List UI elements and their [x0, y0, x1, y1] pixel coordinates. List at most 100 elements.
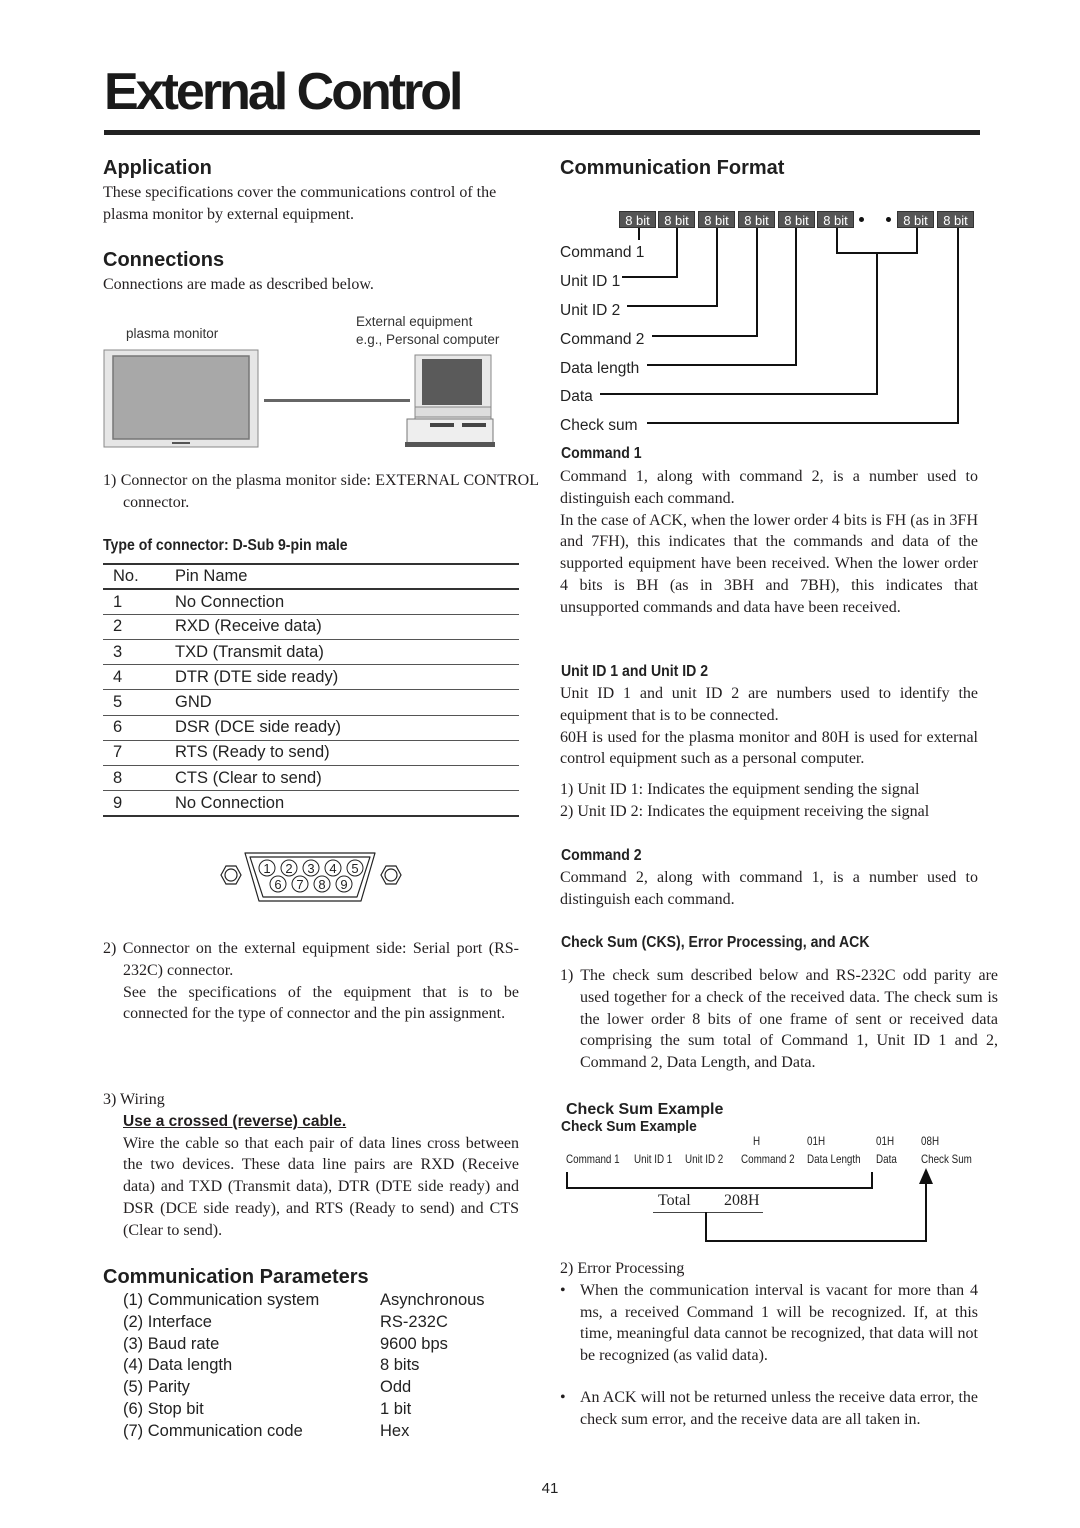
cks-label-unit-id1: Unit ID 1	[634, 1152, 673, 1166]
connector-pin-number: 5	[351, 861, 358, 876]
pin-number: No.	[103, 562, 175, 591]
application-text: These specifications cover the communica…	[103, 184, 497, 223]
parameter-value: Hex	[380, 1421, 410, 1440]
connector-line-uid2-h	[627, 305, 718, 307]
checksum-heading: Check Sum (CKS), Error Processing, and A…	[561, 934, 870, 951]
pin-number: 4	[103, 664, 175, 691]
parameter-label: (5) Parity	[123, 1378, 190, 1397]
connector-line-data-h	[600, 393, 878, 395]
bit-box: 8 bit	[778, 211, 815, 228]
error-bullet-1: • When the communication interval is vac…	[560, 1280, 978, 1367]
error-bullet-1-text: When the communication interval is vacan…	[580, 1281, 978, 1365]
pin-number: 3	[103, 639, 175, 666]
pin-table-row: 3 TXD (Transmit data)	[103, 639, 519, 666]
parameter-row: (4) Data length 8 bits	[123, 1355, 485, 1377]
personal-computer-icon	[405, 354, 495, 447]
wiring-title: 3) Wiring	[103, 1091, 165, 1108]
connector-line-cmd2-h	[652, 335, 758, 337]
unit-id-heading: Unit ID 1 and Unit ID 2	[561, 663, 709, 680]
parameter-label: (2) Interface	[123, 1312, 212, 1331]
parameter-row: (1) Communication system Asynchronous	[123, 1290, 485, 1312]
command1-p2: In the case of ACK, when the lower order…	[560, 511, 978, 616]
cks-bracket-bottom	[566, 1187, 873, 1189]
cks-value-data: 01H	[876, 1134, 895, 1148]
command1-heading: Command 1	[561, 445, 642, 462]
pin-number: 1	[103, 589, 175, 615]
pin-table-row: 1 No Connection	[103, 589, 519, 615]
wiring-emphasis-wrap: Use a crossed (reverse) cable.	[103, 1111, 519, 1133]
pin-number: 5	[103, 689, 175, 716]
connector-pin-number: 2	[285, 861, 292, 876]
hex-nut-left-icon	[220, 865, 242, 885]
pin-table-header: No. Pin Name	[103, 562, 519, 591]
cks-label-unit-id2: Unit ID 2	[685, 1152, 724, 1166]
cks-label-command2: Command 2	[741, 1152, 795, 1166]
connector-pin-number: 7	[296, 877, 303, 892]
external-equipment-label: External equipment e.g., Personal comput…	[356, 313, 499, 349]
command1-text: Command 1, along with command 2, is a nu…	[560, 466, 978, 619]
format-field-label: Command 1	[560, 244, 645, 261]
connector-pin-number: 8	[318, 877, 325, 892]
format-field-label: Data length	[560, 360, 640, 377]
connector-line-uid2-v	[716, 228, 718, 306]
connector-pin-number: 6	[274, 877, 281, 892]
connections-item-2-line1: 2) Connector on the external equipment s…	[103, 940, 519, 979]
pin-table-row: 5 GND	[103, 689, 519, 716]
plasma-monitor-icon	[103, 349, 259, 448]
connector-pin-number: 9	[340, 877, 347, 892]
connector-line-cmd2-v	[756, 228, 758, 336]
pin-table-row: 4 DTR (DTE side ready)	[103, 664, 519, 691]
checksum-item1: 1) The check sum described below and RS-…	[560, 967, 998, 1072]
cks-label-check-sum: Check Sum	[921, 1152, 972, 1166]
pin-name: No Connection	[175, 589, 519, 615]
unit-id-p1: Unit ID 1 and unit ID 2 are numbers used…	[560, 685, 978, 724]
ellipsis-dot-1	[859, 217, 864, 222]
bullet-icon: •	[560, 1388, 566, 1406]
unit-id-text: Unit ID 1 and unit ID 2 are numbers used…	[560, 683, 978, 823]
connector-line-uid1-v	[676, 228, 678, 277]
parameter-value: Odd	[380, 1378, 412, 1397]
parameter-value: RS-232C	[380, 1312, 448, 1331]
pin-name: RXD (Receive data)	[175, 614, 519, 641]
parameter-label: (1) Communication system	[123, 1291, 320, 1309]
pin-name: DSR (DCE side ready)	[175, 715, 519, 741]
pin-number: 6	[103, 715, 175, 741]
pin-name: GND	[175, 689, 519, 716]
application-heading: Application	[103, 157, 212, 179]
bit-box: 8 bit	[658, 211, 695, 228]
cks-arrow-line-v1	[705, 1212, 707, 1241]
page-number: 41	[541, 1480, 559, 1497]
parameter-value: Asynchronous	[380, 1291, 485, 1309]
pin-table-row: 2 RXD (Receive data)	[103, 614, 519, 641]
unit-id-item1: 1) Unit ID 1: Indicates the equipment se…	[560, 781, 920, 799]
cks-value-data-length: 01H	[807, 1134, 826, 1148]
parameter-label: (6) Stop bit	[123, 1399, 204, 1418]
connections-intro: Connections are made as described below.	[103, 276, 374, 293]
command2-text: Command 2, along with command 1, is a nu…	[560, 869, 978, 908]
parameter-value: 1 bit	[380, 1399, 412, 1418]
dsub-connector-diagram: 1 2 3 4 5 6 7 8 9	[220, 852, 402, 902]
format-field-label: Unit ID 2	[560, 302, 621, 319]
pin-table: No. Pin Name 1 No Connection 2 RXD (Receive d…	[103, 562, 519, 817]
pin-table-row: 9 No Connection	[103, 790, 519, 817]
pin-name: No Connection	[175, 790, 519, 817]
connections-heading: Connections	[103, 249, 225, 271]
command1-p1: Command 1, along with command 2, is a nu…	[560, 468, 978, 507]
connector-line-cmd1	[638, 228, 640, 240]
pin-table-row: 7 RTS (Ready to send)	[103, 740, 519, 767]
connector-line-cks-h	[647, 422, 959, 424]
pin-table-row: 6 DSR (DCE side ready)	[103, 715, 519, 741]
error-processing-section: 2) Error Processing • When the communica…	[560, 1258, 978, 1431]
connector-line-data-b	[916, 228, 918, 253]
parameter-label: (3) Baud rate	[123, 1334, 220, 1353]
connector-line-dlen-v	[795, 228, 797, 365]
connector-pin-number: 4	[329, 861, 336, 876]
unit-id-p2: 60H is used for the plasma monitor and 8…	[560, 728, 978, 768]
connections-item-2-line2: See the specifications of the equipment …	[123, 983, 519, 1023]
plasma-monitor-label: plasma monitor	[126, 326, 219, 341]
cks-bracket-right	[871, 1172, 873, 1188]
parameter-row: (3) Baud rate 9600 bps	[123, 1334, 485, 1356]
ellipsis-dot-2	[886, 217, 891, 222]
parameter-value: 8 bits	[380, 1356, 420, 1375]
external-equipment-label-line1: External equipment	[356, 314, 473, 329]
